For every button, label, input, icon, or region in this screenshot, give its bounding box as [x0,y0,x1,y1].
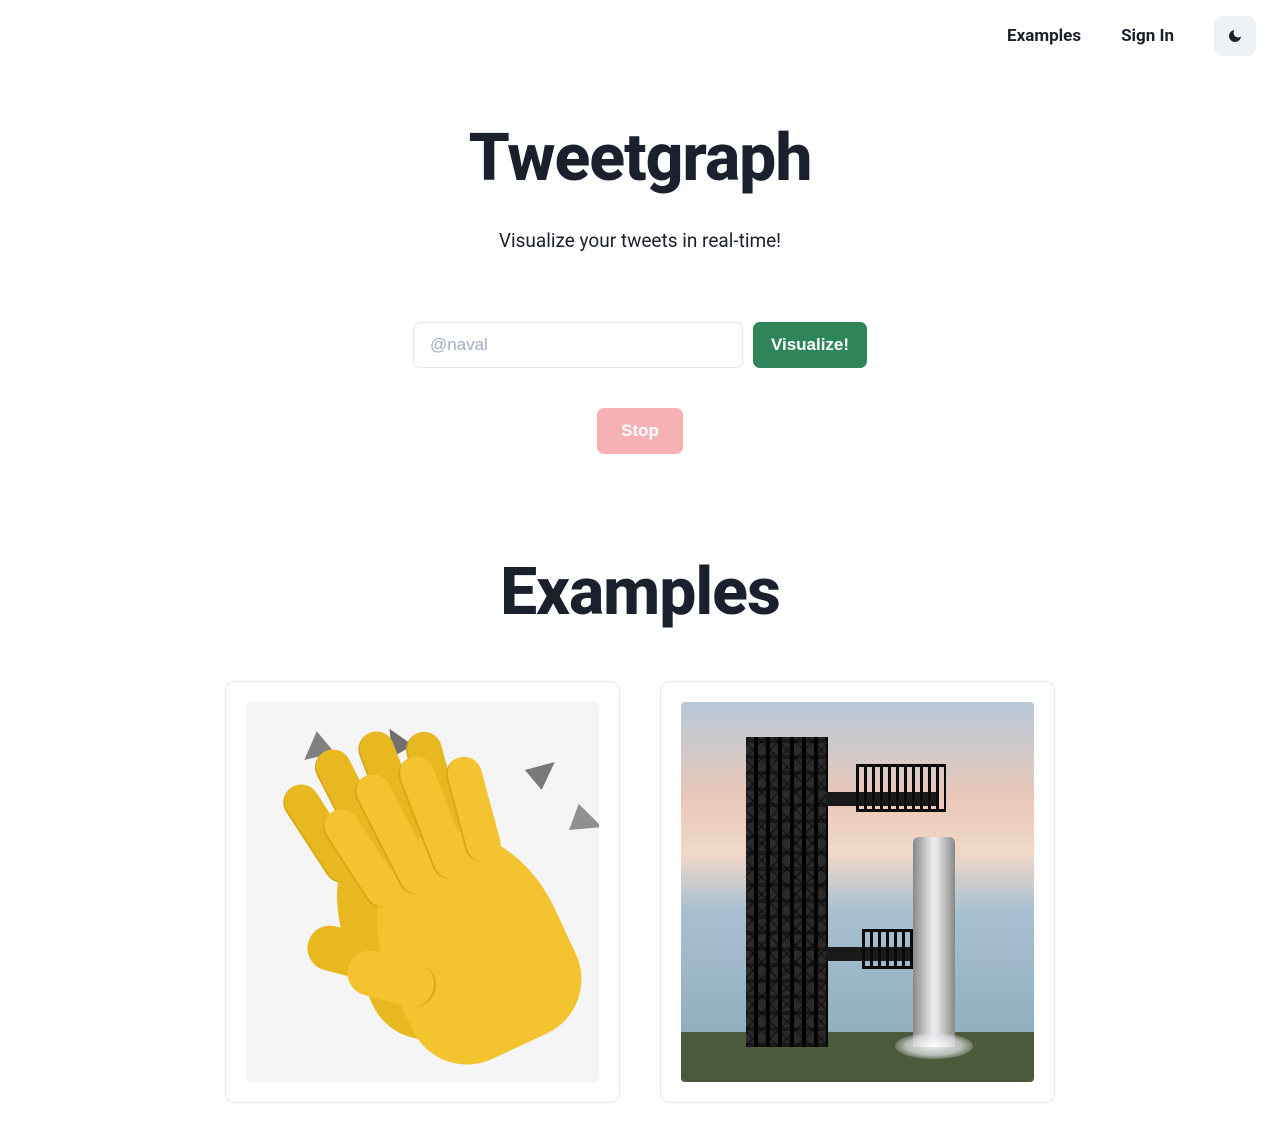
top-nav: Examples Sign In [0,0,1280,72]
visualize-button[interactable]: Visualize! [753,322,867,368]
input-row: Visualize! [225,322,1055,368]
moon-icon [1227,28,1243,44]
rocket-launchpad-image [681,702,1034,1082]
nav-examples-link[interactable]: Examples [1007,26,1081,46]
page-subtitle: Visualize your tweets in real-time! [225,229,1055,252]
main-container: Tweetgraph Visualize your tweets in real… [205,120,1075,1143]
nav-signin-link[interactable]: Sign In [1121,26,1174,46]
examples-heading: Examples [225,554,1055,631]
clapping-hands-image [246,702,599,1082]
twitter-handle-input[interactable] [413,322,743,368]
theme-toggle-button[interactable] [1214,16,1256,56]
example-card[interactable] [660,681,1055,1103]
examples-cards [225,681,1055,1143]
example-card[interactable] [225,681,620,1103]
page-title: Tweetgraph [225,120,1055,197]
stop-button[interactable]: Stop [597,408,683,454]
